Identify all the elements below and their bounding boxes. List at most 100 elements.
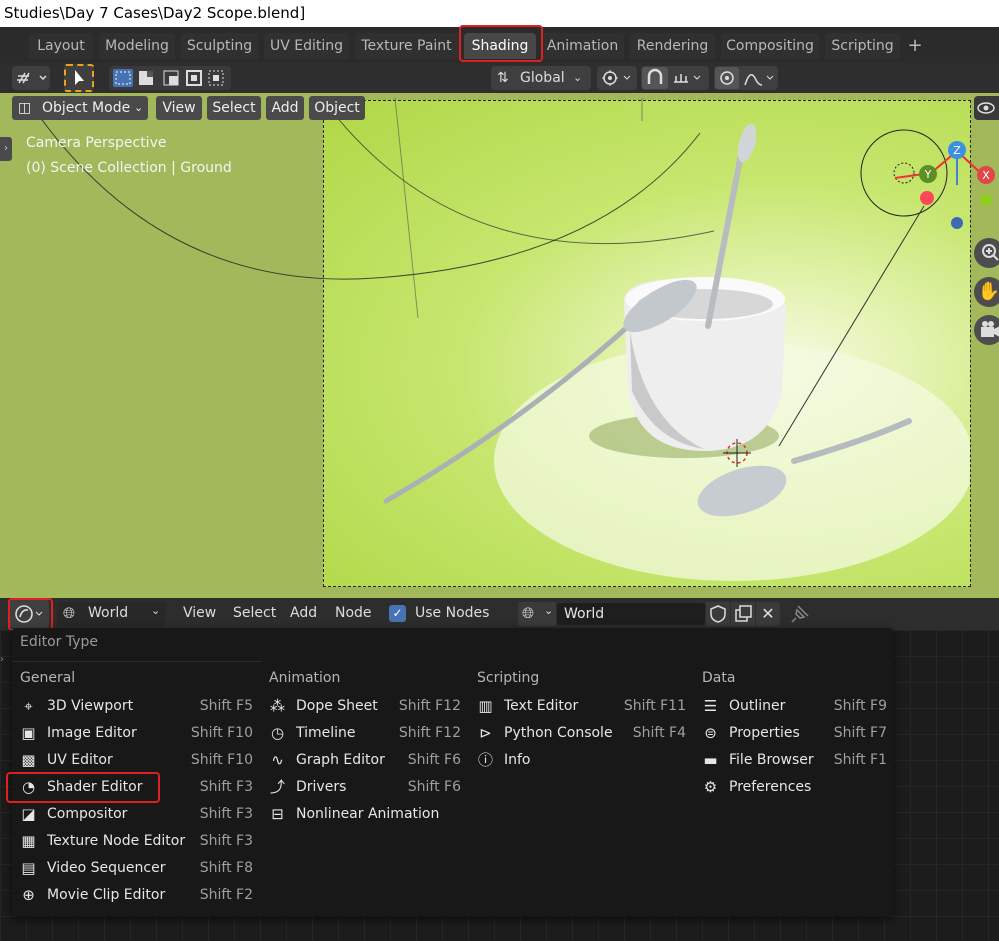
tab-modeling[interactable]: Modeling [99, 33, 175, 59]
world-name-field[interactable]: World [557, 603, 705, 625]
shader-editor-icon [15, 605, 43, 623]
fake-user-shield-icon[interactable] [706, 602, 730, 626]
scene-collection-text: (0) Scene Collection | Ground [26, 160, 232, 176]
properties-icon: ⊜ [704, 724, 717, 742]
shader-type-dropdown[interactable]: 🌐︎ World ⌄ [57, 602, 166, 626]
tab-animation[interactable]: Animation [541, 33, 624, 59]
chevron-down-icon: ⌄ [544, 604, 554, 617]
preferences-icon: ⚙ [703, 778, 718, 796]
shortcut-python-console: Shift F4 [632, 725, 686, 741]
viewport-header: ⇅ Global ⌄ [0, 63, 999, 93]
shortcut-drivers: Shift F6 [407, 779, 461, 795]
viewport-visibility-icon[interactable] [974, 96, 999, 120]
tab-uv-editing[interactable]: UV Editing [264, 33, 349, 59]
gizmo-y-label: Y [924, 168, 932, 181]
editor-type-menu: Editor Type General ⌖ 3D Viewport Shift … [6, 628, 893, 916]
select-menu[interactable]: Select [207, 96, 261, 120]
image-editor-icon: ▣ [21, 724, 36, 742]
movie-clip-editor-icon: ⊕ [22, 886, 35, 904]
timeline-icon: ◷ [270, 724, 285, 742]
chevron-down-icon: ⌄ [573, 71, 583, 84]
pivot-point-dropdown[interactable] [597, 66, 637, 90]
menu-divider [12, 661, 262, 662]
shortcut-graph-editor: Shift F6 [407, 752, 461, 768]
shortcut-dope-sheet: Shift F12 [398, 698, 461, 714]
selection-mode-group[interactable] [109, 66, 231, 90]
object-mode-icon: ◫ [18, 100, 32, 116]
gizmo-x-label: X [982, 169, 990, 182]
zoom-icon[interactable] [974, 238, 999, 268]
shader-view-menu[interactable]: View [183, 605, 216, 621]
object-mode-label: Object Mode [42, 100, 131, 116]
video-sequencer-icon: ▤ [21, 859, 36, 877]
shader-editor-icon: ◔ [21, 778, 36, 796]
shortcut-3d-viewport: Shift F5 [199, 698, 253, 714]
world-icon: 🌐︎ [63, 604, 76, 622]
menu-item-info[interactable]: ⓘ Info [477, 748, 692, 772]
drivers-icon: ⤴ [269, 778, 285, 796]
view-menu[interactable]: View [156, 96, 202, 120]
camera-view-icon[interactable] [974, 315, 999, 345]
tab-texture-paint[interactable]: Texture Paint [355, 33, 458, 59]
pan-hand-icon[interactable]: ✋ [974, 277, 999, 307]
duplicate-icon[interactable] [731, 602, 755, 626]
menu-item-preferences[interactable]: ⚙ Preferences [702, 775, 887, 799]
tab-shading[interactable]: Shading [464, 33, 536, 59]
shortcut-image-editor: Shift F10 [190, 725, 253, 741]
shortcut-texture-node-editor: Shift F3 [199, 833, 253, 849]
menu-item-nonlinear-animation[interactable]: ⊟ Nonlinear Animation [269, 802, 469, 826]
blender-window: Studies\Day 7 Cases\Day2 Scope.blend] La… [0, 0, 999, 941]
snapping-group[interactable] [641, 66, 709, 90]
shortcut-uv-editor: Shift F10 [190, 752, 253, 768]
category-data: Data [702, 670, 736, 686]
cursor-icon [75, 70, 84, 85]
use-nodes-checkbox[interactable]: ✓ [389, 605, 406, 622]
chevron-down-icon: ⌄ [134, 101, 144, 114]
editor-type-button[interactable] [9, 600, 49, 628]
shortcut-properties: Shift F7 [833, 725, 887, 741]
window-title: Studies\Day 7 Cases\Day2 Scope.blend] [0, 0, 999, 27]
info-icon: ⓘ [477, 751, 493, 769]
orientation-icon: ⇅ [497, 70, 509, 86]
add-menu[interactable]: Add [266, 96, 304, 120]
unlink-close-icon[interactable]: ✕ [756, 602, 780, 626]
shader-add-menu[interactable]: Add [290, 605, 317, 621]
tab-layout[interactable]: Layout [29, 33, 93, 59]
tab-rendering[interactable]: Rendering [630, 33, 715, 59]
editor-type-menu-title: Editor Type [20, 634, 99, 650]
tab-compositing[interactable]: Compositing [721, 33, 819, 59]
nonlinear-animation-icon: ⊟ [271, 805, 284, 823]
shortcut-text-editor: Shift F11 [623, 698, 686, 714]
navigation-gizmo[interactable]: Z Y X [855, 123, 999, 243]
shader-node-menu[interactable]: Node [335, 605, 372, 621]
orientation-label: Global [520, 70, 565, 86]
select-tool-button[interactable] [64, 64, 94, 92]
workspace-tabs-bar: Layout Modeling Sculpting UV Editing Tex… [0, 27, 999, 63]
outliner-icon: ☰ [703, 697, 718, 715]
toolbar-toggle-arrow[interactable]: › [0, 137, 12, 161]
shortcut-shader-editor: Shift F3 [199, 779, 253, 795]
tab-sculpting[interactable]: Sculpting [181, 33, 258, 59]
shortcut-compositor: Shift F3 [199, 806, 253, 822]
pin-icon[interactable] [788, 602, 812, 626]
python-console-icon: ⊳ [479, 724, 492, 742]
world-browse-dropdown[interactable]: 🌐︎ ⌄ [518, 602, 556, 626]
category-animation: Animation [269, 670, 341, 686]
gizmo-z-label: Z [953, 144, 961, 157]
shader-select-menu[interactable]: Select [233, 605, 276, 621]
transform-pivot-icon[interactable] [12, 66, 50, 90]
sidebar-toggle-arrow[interactable]: › [0, 648, 10, 672]
shortcut-file-browser: Shift F1 [833, 752, 887, 768]
shortcut-outliner: Shift F9 [833, 698, 887, 714]
transform-orientation-dropdown[interactable]: ⇅ Global ⌄ [491, 66, 591, 90]
category-scripting: Scripting [477, 670, 540, 686]
tab-scripting[interactable]: Scripting [825, 33, 900, 59]
text-editor-icon: ▥ [478, 697, 493, 715]
shortcut-video-sequencer: Shift F8 [199, 860, 253, 876]
add-workspace-button[interactable]: + [904, 33, 926, 59]
object-menu[interactable]: Object [309, 96, 365, 120]
object-mode-dropdown[interactable]: ◫ Object Mode ⌄ [12, 96, 148, 120]
dope-sheet-icon: ⁂ [270, 697, 285, 715]
proportional-editing-group[interactable] [714, 66, 778, 90]
3d-viewport[interactable]: ◫ Object Mode ⌄ View Select Add Object ›… [0, 93, 999, 598]
